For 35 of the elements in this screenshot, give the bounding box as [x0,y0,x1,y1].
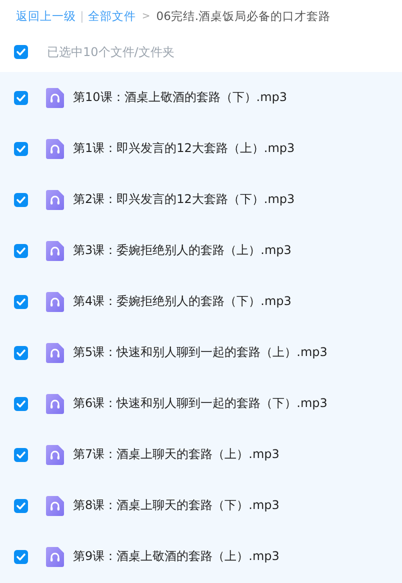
audio-file-icon [46,88,64,108]
audio-file-icon [46,546,64,566]
audio-file-icon [46,190,64,210]
file-name[interactable]: 第8课：酒桌上聊天的套路（下）.mp3 [73,497,280,514]
audio-file-icon [46,394,64,414]
checkbox[interactable] [14,550,28,564]
file-name[interactable]: 第7课：酒桌上聊天的套路（上）.mp3 [73,446,280,463]
checkbox[interactable] [14,90,28,104]
checkbox[interactable] [14,294,28,308]
breadcrumb-arrow: > [142,10,150,22]
file-name[interactable]: 第5课：快速和别人聊到一起的套路（上）.mp3 [73,344,328,361]
file-name[interactable]: 第3课：委婉拒绝别人的套路（上）.mp3 [73,242,292,259]
separator: | [80,9,84,23]
audio-file-icon [46,444,64,464]
audio-file-icon [46,342,64,362]
checkbox[interactable] [14,498,28,512]
checkbox[interactable] [14,396,28,410]
current-folder: 06完结.酒桌饭局必备的口才套路 [156,8,331,24]
checkbox[interactable] [14,448,28,462]
file-name[interactable]: 第9课：酒桌上敬酒的套路（上）.mp3 [73,548,280,565]
file-name[interactable]: 第2课：即兴发言的12大套路（下）.mp3 [73,191,295,208]
file-name[interactable]: 第6课：快速和别人聊到一起的套路（下）.mp3 [73,395,328,412]
file-name[interactable]: 第10课：酒桌上敬酒的套路（下）.mp3 [73,89,288,106]
checkbox[interactable] [14,142,28,156]
checkbox[interactable] [14,346,28,360]
checkbox[interactable] [14,45,28,59]
checkbox[interactable] [14,192,28,206]
audio-file-icon [46,240,64,260]
audio-file-icon [46,496,64,516]
file-name[interactable]: 第1课：即兴发言的12大套路（上）.mp3 [73,140,295,157]
audio-file-icon [46,138,64,158]
selection-count: 已选中10个文件/文件夹 [47,44,174,60]
audio-file-icon [46,292,64,312]
file-name[interactable]: 第4课：委婉拒绝别人的套路（下）.mp3 [73,293,292,310]
checkbox[interactable] [14,244,28,258]
